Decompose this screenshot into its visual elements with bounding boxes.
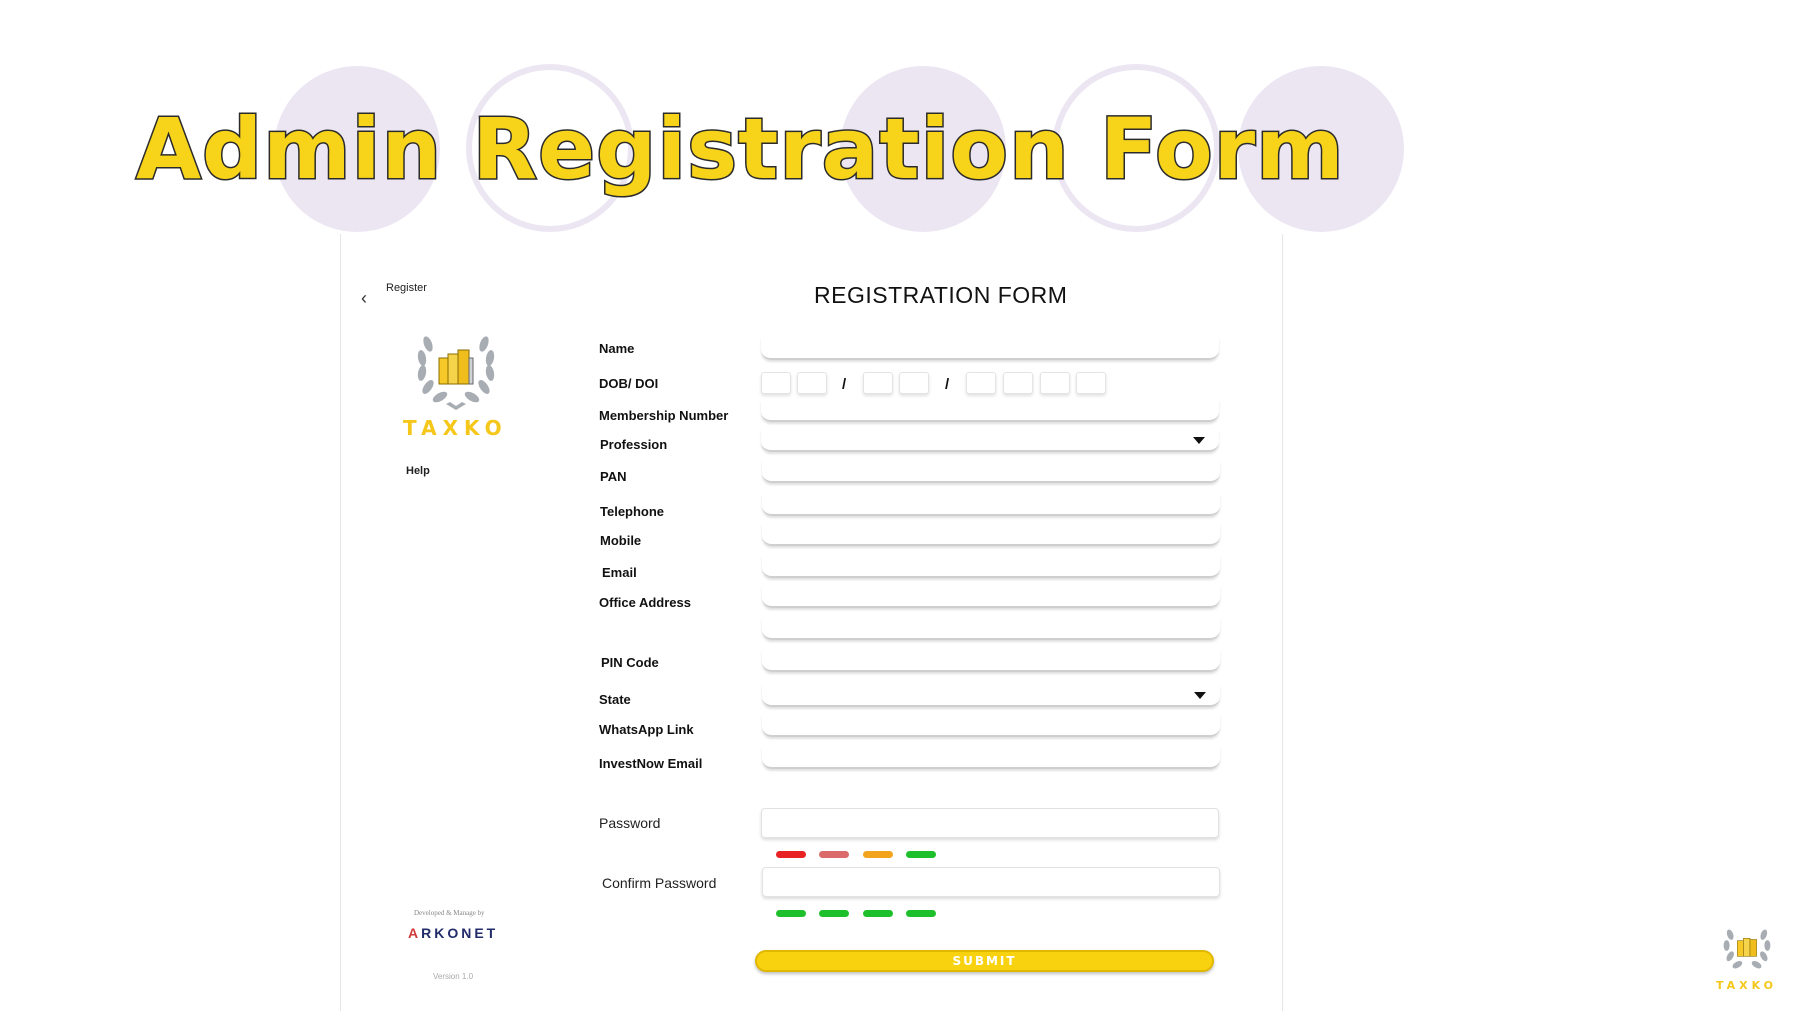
version-label: Version 1.0 <box>433 972 474 981</box>
membership-input[interactable] <box>761 400 1219 422</box>
pin-code-input[interactable] <box>762 650 1220 672</box>
password-label: Password <box>599 815 661 831</box>
corner-taxko-logo <box>1723 929 1771 969</box>
breadcrumb[interactable]: Register <box>386 282 427 294</box>
help-link[interactable]: Help <box>406 465 430 477</box>
developer-brand-rest: RKONET <box>421 925 499 941</box>
whatsapp-input[interactable] <box>762 715 1220 737</box>
investnow-email-label: InvestNow Email <box>599 756 703 771</box>
strength-segment <box>776 910 806 917</box>
strength-segment <box>776 851 806 858</box>
chevron-down-icon <box>1193 437 1205 444</box>
telephone-label: Telephone <box>600 504 665 519</box>
pan-input[interactable] <box>762 461 1220 483</box>
developer-brand: ARKONET <box>408 925 498 941</box>
mobile-input[interactable] <box>762 524 1220 546</box>
password-input[interactable] <box>761 808 1219 838</box>
taxko-laurel-logo <box>417 336 495 410</box>
strength-segment <box>863 851 893 858</box>
strength-segment <box>906 910 936 917</box>
email-input[interactable] <box>762 556 1220 578</box>
confirm-password-input[interactable] <box>762 867 1220 897</box>
dob-year-digit-1[interactable] <box>966 372 996 394</box>
investnow-email-input[interactable] <box>762 747 1220 769</box>
back-chevron-icon[interactable]: ‹ <box>361 288 367 309</box>
state-select[interactable] <box>762 685 1220 707</box>
strength-segment <box>906 851 936 858</box>
developer-brand-initial: A <box>408 925 422 941</box>
profession-select[interactable] <box>761 430 1219 452</box>
pan-label: PAN <box>600 469 627 484</box>
name-input[interactable] <box>761 338 1219 360</box>
mobile-label: Mobile <box>600 533 642 548</box>
registration-app: ‹ Register TAXKO Help Developed & Manage… <box>340 234 1283 1011</box>
dob-day-digit-1[interactable] <box>761 372 791 394</box>
profession-label: Profession <box>600 437 668 452</box>
brand-wordmark: TAXKO <box>403 416 508 440</box>
corner-brand-wordmark: TAXKO <box>1716 979 1778 992</box>
date-separator: / <box>842 376 847 393</box>
slide-title: Admin Registration Form <box>135 99 1346 200</box>
name-label: Name <box>599 341 635 356</box>
whatsapp-label: WhatsApp Link <box>599 722 694 737</box>
dob-month-digit-2[interactable] <box>899 372 929 394</box>
office-address-label: Office Address <box>599 595 691 610</box>
state-label: State <box>599 692 631 707</box>
date-separator: / <box>945 376 950 393</box>
strength-segment <box>863 910 893 917</box>
form-title: REGISTRATION FORM <box>814 282 1068 308</box>
pin-code-label: PIN Code <box>601 655 659 670</box>
dob-label: DOB/ DOI <box>599 376 659 391</box>
dob-day-digit-2[interactable] <box>797 372 827 394</box>
email-label: Email <box>602 565 637 580</box>
telephone-input[interactable] <box>762 494 1220 516</box>
membership-label: Membership Number <box>599 408 729 423</box>
submit-button[interactable]: SUBMIT <box>755 950 1214 972</box>
dob-year-digit-3[interactable] <box>1040 372 1070 394</box>
office-address-line2-input[interactable] <box>762 618 1220 640</box>
dob-month-digit-1[interactable] <box>863 372 893 394</box>
confirm-password-label: Confirm Password <box>602 875 717 891</box>
strength-segment <box>819 851 849 858</box>
developer-credit: Developed & Manage by <box>414 909 485 917</box>
chevron-down-icon <box>1194 692 1206 699</box>
office-address-line1-input[interactable] <box>762 586 1220 608</box>
dob-year-digit-2[interactable] <box>1003 372 1033 394</box>
dob-year-digit-4[interactable] <box>1076 372 1106 394</box>
strength-segment <box>819 910 849 917</box>
